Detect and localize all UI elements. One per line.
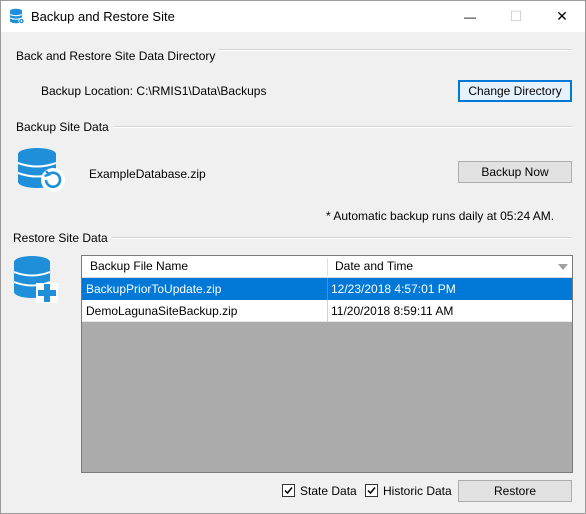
row-date-time: 12/23/2018 4:57:01 PM — [331, 282, 456, 296]
row-file-name: BackupPriorToUpdate.zip — [86, 282, 222, 296]
state-data-checkbox[interactable] — [282, 484, 295, 497]
minimize-icon: — — [464, 9, 476, 24]
backup-now-button[interactable]: Backup Now — [458, 161, 572, 183]
change-directory-button[interactable]: Change Directory — [458, 80, 572, 102]
row-file-name: DemoLagunaSiteBackup.zip — [86, 304, 238, 318]
database-add-icon — [13, 256, 58, 303]
close-button[interactable]: ✕ — [539, 1, 585, 32]
backup-location-label: Backup Location: C:\RMIS1\Data\Backups — [41, 84, 267, 98]
title-bar[interactable]: Backup and Restore Site — ☐ ✕ — [1, 1, 585, 32]
checkmark-icon — [284, 487, 293, 495]
directory-group-title: Back and Restore Site Data Directory — [16, 49, 220, 63]
close-icon: ✕ — [556, 8, 568, 24]
backup-list-grid[interactable]: Backup File Name Date and Time BackupPri… — [81, 255, 573, 473]
historic-data-label[interactable]: Historic Data — [383, 484, 452, 498]
historic-data-checkbox[interactable] — [365, 484, 378, 497]
minimize-button[interactable]: — — [447, 1, 493, 32]
maximize-icon: ☐ — [509, 8, 523, 24]
checkmark-icon — [367, 487, 376, 495]
restore-group-title: Restore Site Data — [13, 231, 112, 245]
maximize-button: ☐ — [493, 1, 539, 32]
auto-backup-note: * Automatic backup runs daily at 05:24 A… — [326, 209, 555, 223]
sort-chevron-down-icon — [558, 264, 568, 270]
database-gear-icon — [9, 8, 25, 24]
grid-header: Backup File Name Date and Time — [82, 256, 572, 278]
restore-button[interactable]: Restore — [458, 480, 572, 502]
backup-restore-window: Backup and Restore Site — ☐ ✕ Back and R… — [0, 0, 586, 514]
table-row[interactable]: DemoLagunaSiteBackup.zip 11/20/2018 8:59… — [82, 300, 572, 322]
window-title: Backup and Restore Site — [31, 9, 175, 24]
column-header-file-name[interactable]: Backup File Name — [82, 256, 327, 277]
column-header-date-time[interactable]: Date and Time — [327, 256, 572, 277]
table-row[interactable]: BackupPriorToUpdate.zip 12/23/2018 4:57:… — [82, 278, 572, 300]
state-data-label[interactable]: State Data — [300, 484, 357, 498]
backup-file-name: ExampleDatabase.zip — [89, 167, 206, 181]
database-backup-icon — [17, 148, 65, 192]
backup-group-title: Backup Site Data — [16, 120, 113, 134]
row-date-time: 11/20/2018 8:59:11 AM — [331, 304, 454, 318]
